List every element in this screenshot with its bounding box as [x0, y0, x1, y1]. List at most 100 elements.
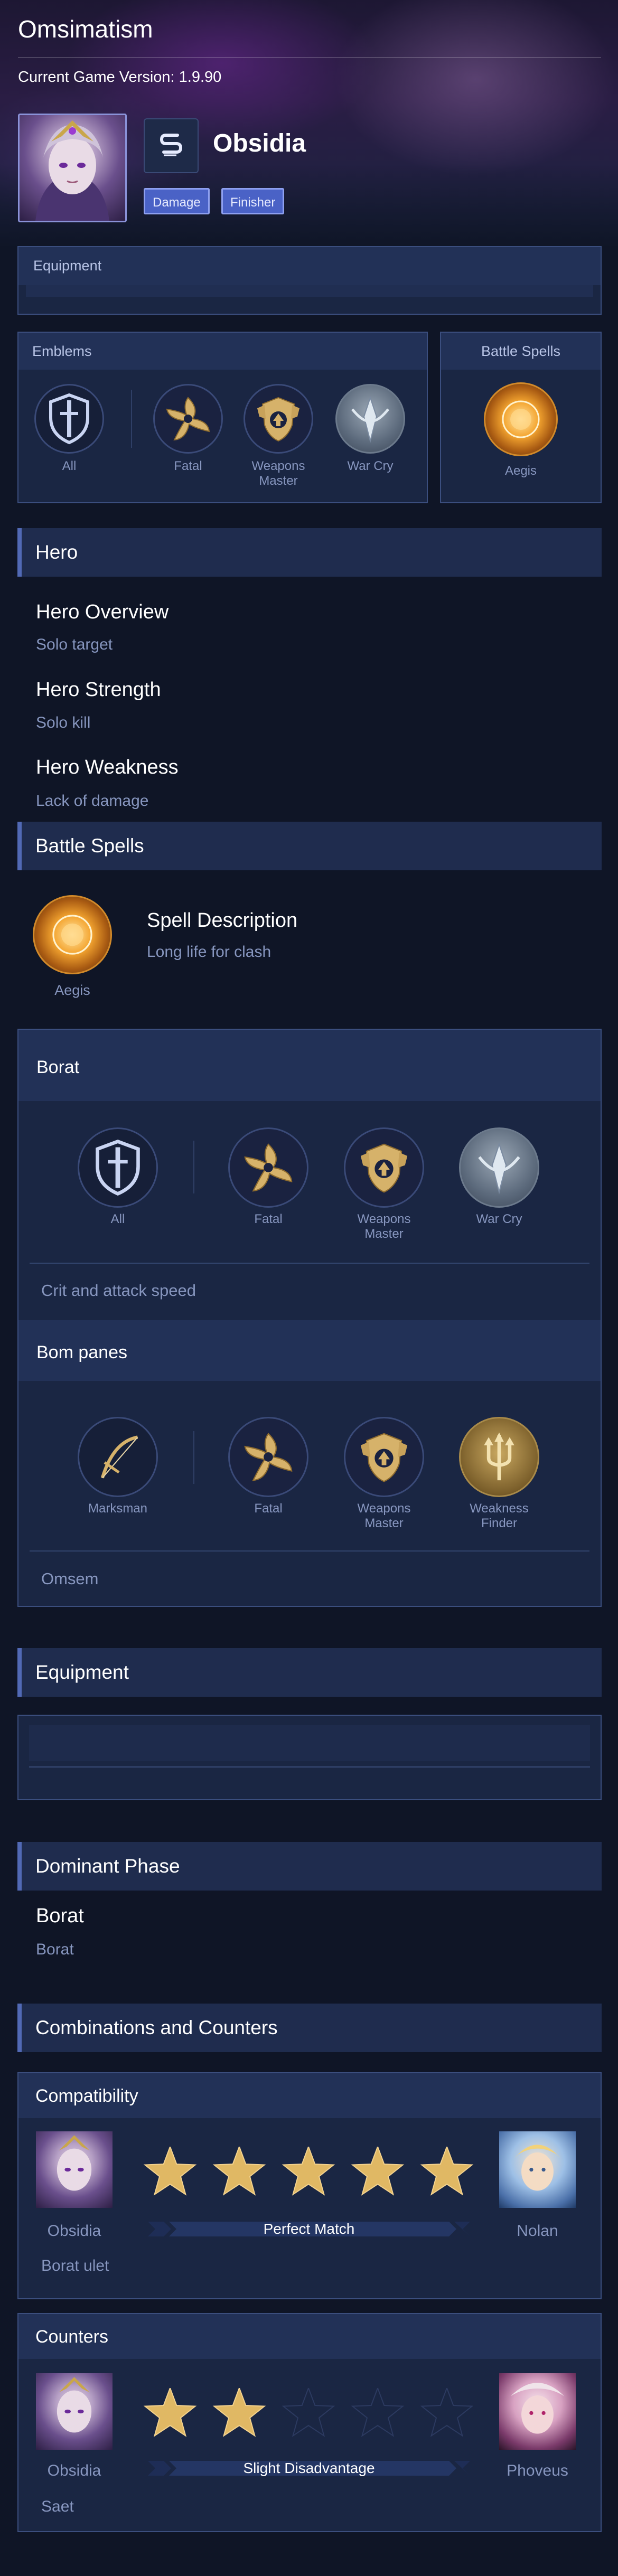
counter-star-filled-icon — [143, 2388, 197, 2437]
emblem-all[interactable]: All — [34, 384, 104, 474]
armor-crest-icon — [344, 1417, 424, 1497]
compat-right-hero-portrait[interactable] — [499, 2131, 576, 2208]
equipment-panel-label: Equipment — [18, 247, 601, 285]
shuriken-icon — [153, 384, 223, 454]
hero-overview-title: Hero Overview — [36, 601, 169, 623]
aegis-icon — [33, 895, 112, 974]
counter-star-empty-icon — [282, 2388, 335, 2437]
emblem-fatal[interactable]: Fatal — [153, 384, 223, 474]
equipment-panel-track — [26, 285, 593, 297]
hero-weakness-value: Lack of damage — [36, 792, 149, 810]
assassin-role-icon — [144, 118, 199, 173]
trident-icon — [459, 1417, 539, 1497]
spell-aegis[interactable]: Aegis — [33, 895, 112, 998]
compat-note: Borat ulet — [41, 2257, 109, 2274]
hero-weakness-title: Hero Weakness — [36, 756, 179, 778]
spell-label-aegis: Aegis — [504, 464, 537, 478]
equipment-panel: Equipment — [17, 246, 602, 315]
build2-label-marksman: Marksman — [88, 1501, 148, 1516]
crystal-icon — [335, 384, 405, 454]
build2-separator — [30, 1550, 589, 1552]
title-divider — [18, 57, 601, 58]
compat-star-rating — [143, 2147, 474, 2196]
counter-left-hero-portrait[interactable] — [36, 2373, 113, 2450]
compat-verdict: Perfect Match — [263, 2221, 355, 2237]
tag-damage[interactable]: Damage — [144, 188, 210, 214]
counter-star-empty-icon — [351, 2388, 405, 2437]
hero-portrait-art — [35, 120, 109, 221]
emblem-divider — [131, 390, 132, 448]
section-title-battle-spells: Battle Spells — [17, 822, 602, 870]
build1-separator — [30, 1263, 589, 1264]
emblem-war-cry[interactable]: War Cry — [335, 384, 405, 474]
emblem-label-war-cry: War Cry — [347, 459, 394, 473]
hero-name: Obsidia — [213, 129, 306, 157]
build2-emblem-fatal[interactable]: Fatal — [228, 1417, 308, 1516]
section-title-equipment: Equipment — [17, 1648, 602, 1697]
build1-emblem-war-cry[interactable]: War Cry — [459, 1127, 539, 1227]
armor-crest-icon — [244, 384, 313, 454]
compat-star-filled-icon — [282, 2147, 335, 2196]
emblems-panel-label: Emblems — [18, 333, 427, 370]
emblem-weapons-master[interactable]: Weapons Master — [244, 384, 313, 488]
sword-shield-icon — [78, 1127, 158, 1208]
dominant-phase-detail: Borat — [36, 1941, 74, 1958]
section-title-dominant-phase: Dominant Phase — [17, 1842, 602, 1891]
build2-emblem-weapons-master[interactable]: Weapons Master — [344, 1417, 424, 1531]
sword-shield-icon — [34, 384, 104, 454]
hero-portrait[interactable] — [18, 114, 127, 222]
spell-description-title: Spell Description — [147, 909, 298, 932]
equipment-build-panel — [17, 1715, 602, 1800]
crystal-icon — [459, 1127, 539, 1208]
counter-right-hero-portrait[interactable] — [499, 2373, 576, 2450]
counter-left-hero-name: Obsidia — [47, 2462, 101, 2479]
counter-star-rating — [143, 2388, 474, 2437]
tag-finisher[interactable]: Finisher — [221, 188, 285, 214]
shuriken-icon — [228, 1127, 308, 1208]
spell-aegis-small[interactable]: Aegis — [484, 382, 558, 478]
compatibility-label: Compatibility — [18, 2073, 601, 2118]
hero-overview-value: Solo target — [36, 636, 113, 653]
phoveus-portrait-art — [510, 2383, 565, 2434]
build1-label-all: All — [110, 1212, 125, 1226]
counter-star-filled-icon — [212, 2388, 266, 2437]
counter-verdict: Slight Disadvantage — [243, 2460, 375, 2476]
counter-star-empty-icon — [420, 2388, 474, 2437]
build1-label-weapons-master: Weapons Master — [357, 1212, 411, 1241]
dominant-phase-name: Borat — [36, 1905, 84, 1927]
build1-label-fatal: Fatal — [254, 1212, 283, 1226]
compat-right-hero-name: Nolan — [517, 2222, 558, 2240]
build2-emblem-weakness-finder[interactable]: Weakness Finder — [459, 1417, 539, 1531]
build2-label-weapons-master: Weapons Master — [357, 1501, 411, 1530]
emblem-label-fatal: Fatal — [174, 459, 202, 473]
emblem-label-all: All — [62, 459, 77, 473]
obsidia-portrait-art — [57, 2135, 92, 2191]
equipment-row — [29, 1725, 590, 1761]
build1-emblem-weapons-master[interactable]: Weapons Master — [344, 1127, 424, 1242]
section-title-combos: Combinations and Counters — [17, 2004, 602, 2052]
counters-label: Counters — [18, 2314, 601, 2359]
build2-label-weakness-finder: Weakness Finder — [470, 1501, 529, 1530]
build-title-borat: Borat — [18, 1030, 601, 1101]
spell-name-aegis: Aegis — [54, 982, 90, 998]
emblem-label-weapons-master: Weapons Master — [251, 459, 305, 488]
spell-description-value: Long life for clash — [147, 943, 271, 961]
build-title-bom-panes: Bom panes — [18, 1320, 601, 1381]
compat-left-hero-name: Obsidia — [47, 2222, 101, 2240]
build1-emblem-all[interactable]: All — [78, 1127, 158, 1227]
build1-note: Crit and attack speed — [41, 1281, 196, 1300]
equipment-row-divider — [29, 1766, 590, 1768]
counter-note: Saet — [41, 2498, 74, 2515]
hero-strength-value: Solo kill — [36, 714, 91, 731]
build2-emblem-marksman[interactable]: Marksman — [78, 1417, 158, 1516]
build2-label-fatal: Fatal — [254, 1501, 283, 1516]
compat-left-hero-portrait[interactable] — [36, 2131, 113, 2208]
build1-emblem-fatal[interactable]: Fatal — [228, 1127, 308, 1227]
compat-star-filled-icon — [143, 2147, 197, 2196]
shuriken-icon — [228, 1417, 308, 1497]
compat-star-filled-icon — [212, 2147, 266, 2196]
armor-crest-icon — [344, 1127, 424, 1208]
build2-divider — [193, 1431, 194, 1484]
build1-label-war-cry: War Cry — [476, 1212, 522, 1226]
compat-star-filled-icon — [351, 2147, 405, 2196]
